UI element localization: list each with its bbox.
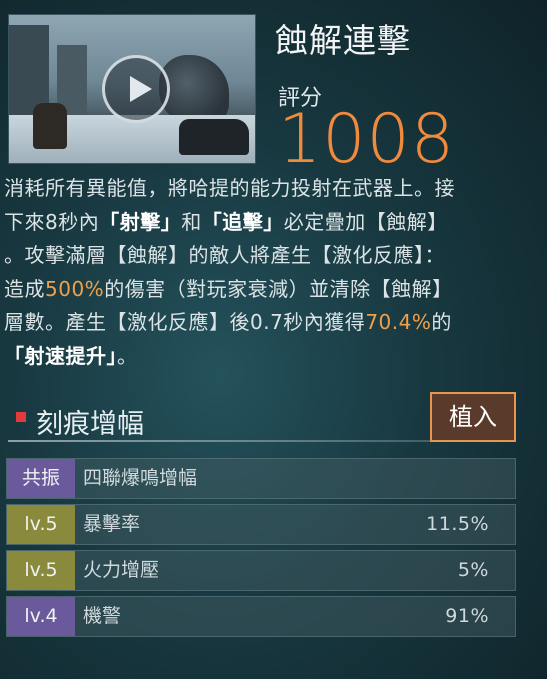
skill-video-thumbnail[interactable] xyxy=(8,14,256,164)
stat-name: 暴擊率 xyxy=(83,513,141,535)
stat-name: 火力增壓 xyxy=(83,559,160,581)
stat-name: 機警 xyxy=(83,605,122,627)
section-marker-icon xyxy=(16,412,26,422)
stat-row[interactable]: lv.4 機警 91% xyxy=(6,596,516,637)
description-segment: 「射擊」 xyxy=(99,209,182,234)
stat-value: 11.5% xyxy=(426,513,489,535)
soldier-figure xyxy=(33,103,67,149)
skill-description: 消耗所有異能值，將哈提的能力投射在武器上。接 下來8秒內「射擊」和「追擊」必定疊… xyxy=(4,172,526,373)
stat-row[interactable]: lv.5 暴擊率 11.5% xyxy=(6,504,516,545)
level-badge: 共振 xyxy=(7,459,75,498)
description-segment: 「追擊」 xyxy=(201,209,284,234)
description-segment: 500% xyxy=(45,276,105,301)
level-badge: lv.5 xyxy=(7,505,75,544)
stat-list: 共振 四聯爆鳴增幅 lv.5 暴擊率 11.5% lv.5 火力增壓 5% lv.4 機警 91% xyxy=(6,458,516,642)
skill-title: 蝕解連擊 xyxy=(275,21,411,60)
description-segment: 70.4% xyxy=(365,310,432,334)
description-segment: 「射速提升」 xyxy=(4,343,117,368)
play-icon[interactable] xyxy=(102,55,170,123)
stat-value: 5% xyxy=(457,559,489,581)
score-value: 1008 xyxy=(278,100,456,179)
description-segment: 和 xyxy=(181,209,202,234)
level-badge: lv.5 xyxy=(7,551,75,590)
level-badge: lv.4 xyxy=(7,597,75,636)
stat-value: 91% xyxy=(445,605,489,627)
section-title: 刻痕增幅 xyxy=(36,409,144,440)
stat-name: 四聯爆鳴增幅 xyxy=(83,467,198,489)
stat-row[interactable]: 共振 四聯爆鳴增幅 xyxy=(6,458,516,499)
description-segment: 。 xyxy=(117,343,138,368)
implant-button[interactable]: 植入 xyxy=(430,392,516,442)
stat-row[interactable]: lv.5 火力增壓 5% xyxy=(6,550,516,591)
description-segment: 的 xyxy=(431,310,452,334)
wrecked-car xyxy=(179,119,249,155)
